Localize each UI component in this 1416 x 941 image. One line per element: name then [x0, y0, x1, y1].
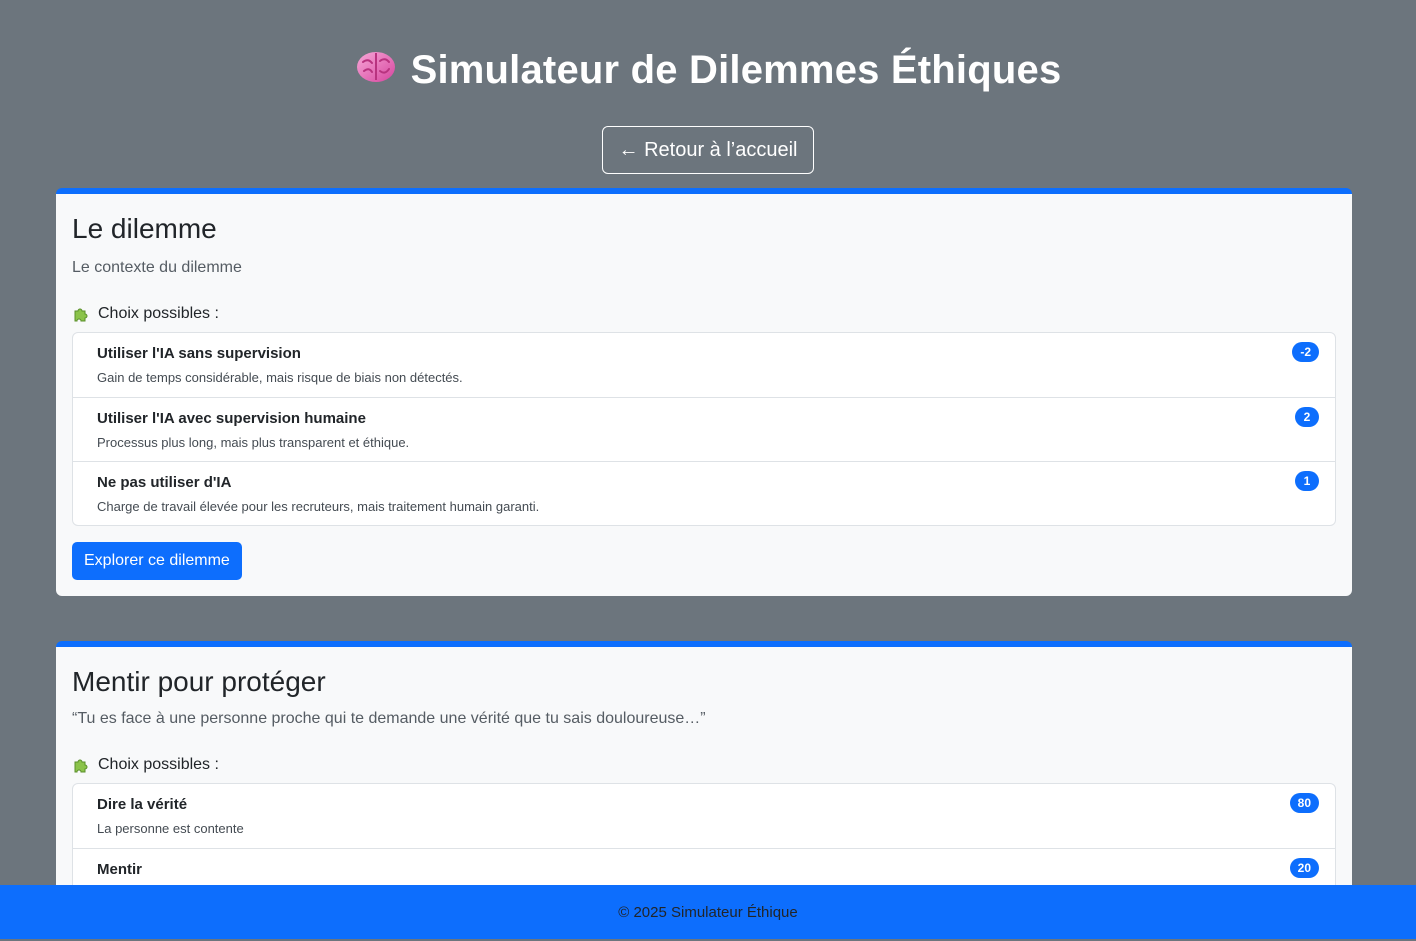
back-home-button[interactable]: ← Retour à l’accueil	[601, 126, 815, 174]
dilemma-context: “Tu es face à une personne proche qui te…	[72, 710, 706, 727]
page-footer: © 2025 Simulateur Éthique	[0, 885, 1416, 939]
dilemma-title: Le dilemme	[72, 213, 217, 244]
choices-heading-label: Choix possibles :	[98, 756, 219, 773]
choice-description: Charge de travail élevée pour les recrut…	[97, 499, 540, 514]
choice-label: Utiliser l'IA sans supervision	[97, 345, 301, 362]
choice-description: Gain de temps considérable, mais risque …	[97, 370, 463, 385]
page-header: Simulateur de Dilemmes Éthiques ← Retour…	[0, 0, 1416, 174]
page-title: Simulateur de Dilemmes Éthiques	[0, 44, 1416, 100]
choice-label: Utiliser l'IA avec supervision humaine	[97, 410, 366, 427]
puzzle-piece-icon	[72, 756, 90, 774]
choice-item[interactable]: Utiliser l'IA avec supervision humaine P…	[73, 397, 1335, 461]
score-badge: 1	[1295, 471, 1319, 491]
choices-heading: Choix possibles :	[72, 304, 1336, 324]
score-badge: 2	[1295, 407, 1319, 427]
choice-label: Mentir	[97, 861, 142, 878]
explore-dilemma-button[interactable]: Explorer ce dilemme	[72, 542, 242, 580]
puzzle-piece-icon	[72, 305, 90, 323]
score-badge: -2	[1292, 342, 1319, 362]
choice-item[interactable]: Dire la vérité La personne est contente …	[73, 784, 1335, 848]
choice-list: Utiliser l'IA sans supervision Gain de t…	[72, 332, 1336, 526]
dilemma-title: Mentir pour protéger	[72, 666, 326, 697]
dilemma-context: Le contexte du dilemme	[72, 259, 242, 276]
choice-label: Dire la vérité	[97, 796, 188, 813]
score-badge: 80	[1289, 793, 1319, 813]
choice-description: La personne est contente	[97, 821, 244, 836]
dilemma-card: Le dilemme Le contexte du dilemme Choix …	[56, 188, 1352, 596]
page-title-text: Simulateur de Dilemmes Éthiques	[410, 48, 1062, 92]
choice-item[interactable]: Utiliser l'IA sans supervision Gain de t…	[73, 333, 1335, 397]
footer-copyright: © 2025 Simulateur Éthique	[618, 904, 798, 921]
choice-description: Processus plus long, mais plus transpare…	[97, 435, 410, 450]
score-badge: 20	[1289, 858, 1319, 878]
choices-heading: Choix possibles :	[72, 755, 1336, 775]
choice-item[interactable]: Ne pas utiliser d'IA Charge de travail é…	[73, 461, 1335, 525]
choice-label: Ne pas utiliser d'IA	[97, 474, 232, 491]
brain-icon	[355, 47, 397, 100]
choices-heading-label: Choix possibles :	[98, 305, 219, 322]
